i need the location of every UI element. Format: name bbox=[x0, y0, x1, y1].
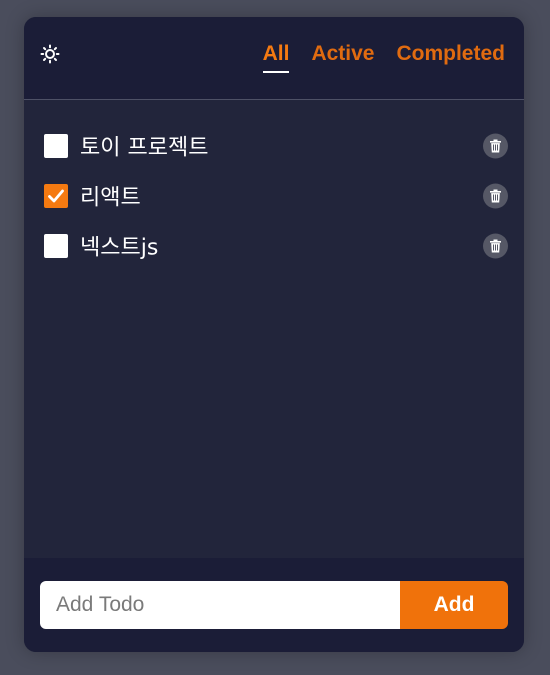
theme-toggle-button[interactable] bbox=[38, 42, 62, 66]
todo-text: 리액트 bbox=[80, 185, 141, 211]
add-todo-form: Add bbox=[40, 581, 508, 629]
checkmark-icon bbox=[48, 189, 64, 203]
tab-completed[interactable]: Completed bbox=[396, 41, 505, 67]
todo-item: 리액트 bbox=[24, 171, 524, 221]
todo-checkbox[interactable] bbox=[44, 234, 68, 258]
todo-text: 토이 프로젝트 bbox=[80, 135, 209, 161]
todo-item: 넥스트js bbox=[24, 221, 524, 271]
footer: Add bbox=[24, 558, 524, 652]
todo-text: 넥스트js bbox=[80, 235, 159, 261]
todo-checkbox[interactable] bbox=[44, 184, 68, 208]
add-button[interactable]: Add bbox=[400, 581, 508, 629]
add-todo-input[interactable] bbox=[40, 581, 400, 629]
todo-list: 토이 프로젝트 리액트 넥스트js bbox=[24, 121, 524, 271]
tab-all[interactable]: All bbox=[262, 41, 289, 73]
trash-icon bbox=[490, 139, 501, 153]
delete-button[interactable] bbox=[483, 183, 508, 209]
delete-button[interactable] bbox=[483, 133, 508, 159]
trash-icon bbox=[490, 189, 501, 203]
filter-tabs: All Active Completed bbox=[262, 41, 505, 73]
sun-icon bbox=[40, 44, 60, 64]
todo-item: 토이 프로젝트 bbox=[24, 121, 524, 171]
header: All Active Completed bbox=[24, 17, 524, 100]
todo-app: All Active Completed 토이 프로젝트 리액트 넥스트js A… bbox=[24, 17, 524, 652]
trash-icon bbox=[490, 239, 501, 253]
delete-button[interactable] bbox=[483, 233, 508, 259]
tab-active[interactable]: Active bbox=[311, 41, 374, 67]
todo-checkbox[interactable] bbox=[44, 134, 68, 158]
